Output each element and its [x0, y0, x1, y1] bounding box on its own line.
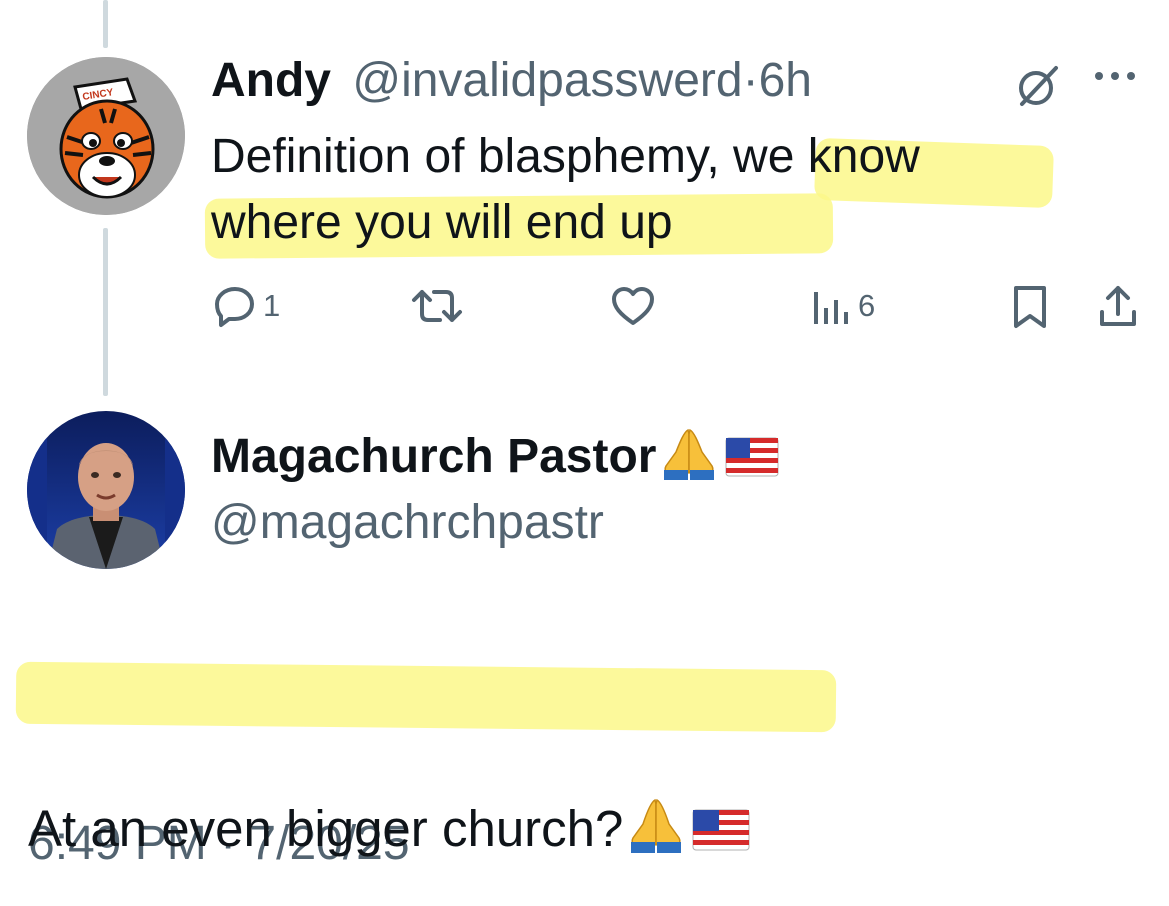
reply-text-line2: where you will end up	[211, 196, 673, 249]
views-icon	[814, 292, 848, 324]
reply-author-handle[interactable]: @invalidpasswerd	[352, 54, 742, 107]
avatar-andy[interactable]: CINCY	[27, 57, 185, 215]
highlight-3	[15, 661, 837, 733]
praying-hands-emoji	[658, 428, 720, 495]
reply-header: Andy @invalidpasswerd·6h	[211, 52, 812, 110]
share-button[interactable]	[1096, 284, 1140, 330]
reply-author-name[interactable]: Andy	[211, 54, 331, 107]
us-flag-emoji	[722, 434, 782, 495]
reply-button[interactable]: 1	[213, 284, 280, 328]
retweet-button[interactable]	[410, 284, 470, 328]
reply-icon	[215, 287, 254, 327]
retweet-icon	[412, 290, 462, 322]
more-icon[interactable]	[1092, 66, 1138, 91]
thread-line-top	[103, 0, 108, 48]
reply-text: Definition of blasphemy, we know where y…	[211, 124, 1051, 256]
reply-count: 1	[263, 288, 281, 323]
share-icon	[1100, 286, 1136, 326]
bookmark-button[interactable]	[1010, 284, 1050, 330]
main-author-handle[interactable]: @magachrchpastr	[211, 493, 604, 553]
separator-dot: ·	[742, 54, 759, 107]
reply-time[interactable]: 6h	[759, 54, 812, 107]
main-author-name[interactable]: Magachurch Pastor	[211, 430, 656, 483]
main-tweet-text: At an even bigger church?	[28, 794, 1169, 872]
us-flag-emoji	[689, 802, 753, 872]
like-button[interactable]	[610, 284, 662, 328]
praying-hands-emoji	[625, 798, 687, 872]
bookmark-icon	[1014, 286, 1046, 328]
like-icon	[612, 287, 654, 325]
avatar-magachurch-pastor[interactable]	[27, 411, 185, 569]
main-author-name-row: Magachurch Pastor	[211, 427, 782, 495]
thread-line-connector	[103, 228, 108, 396]
grok-icon[interactable]	[1016, 62, 1062, 113]
main-tweet-text-content: At an even bigger church?	[28, 800, 624, 857]
view-count: 6	[858, 288, 876, 323]
reply-text-line1: Definition of blasphemy, we know	[211, 130, 920, 183]
views-button[interactable]: 6	[808, 284, 875, 328]
